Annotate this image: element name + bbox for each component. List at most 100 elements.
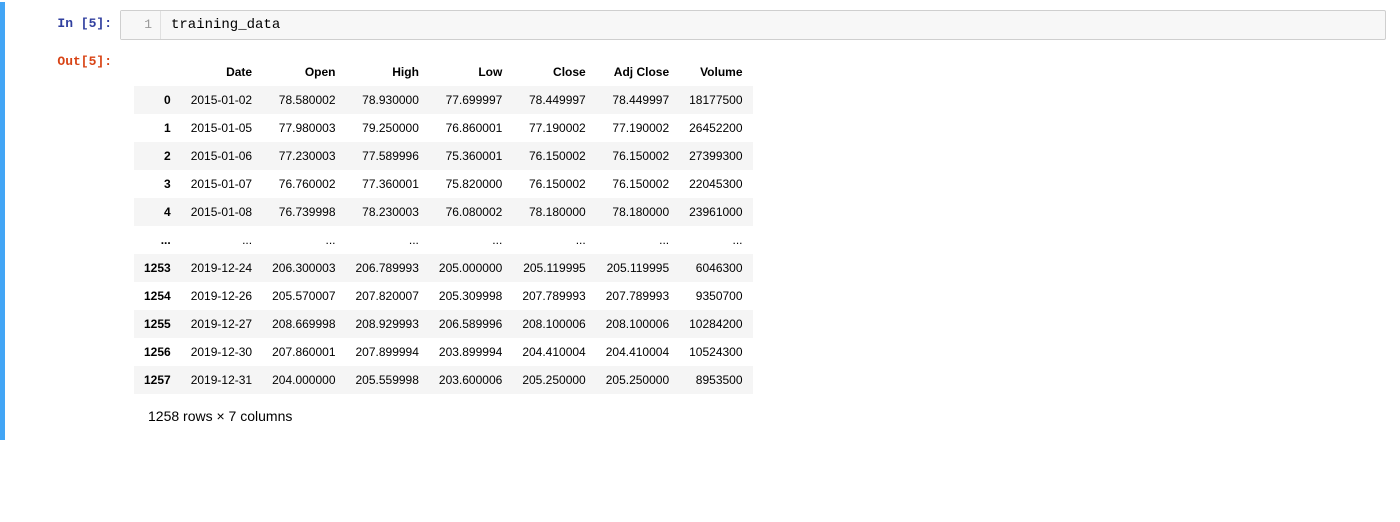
cell: 204.410004 <box>512 338 595 366</box>
table-row: 12542019-12-26205.570007207.820007205.30… <box>134 282 753 310</box>
table-row: 22015-01-0677.23000377.58999675.36000176… <box>134 142 753 170</box>
code-text[interactable]: training_data <box>161 11 290 39</box>
cell: 205.119995 <box>512 254 595 282</box>
cell: 78.180000 <box>596 198 679 226</box>
dataframe-footer: 1258 rows × 7 columns <box>134 394 1386 428</box>
cell: ... <box>181 226 262 254</box>
cell: 76.150002 <box>596 142 679 170</box>
row-index: 1257 <box>134 366 181 394</box>
table-row: 12532019-12-24206.300003206.789993205.00… <box>134 254 753 282</box>
cell: 204.000000 <box>262 366 345 394</box>
cell: 2015-01-08 <box>181 198 262 226</box>
cell: 76.860001 <box>429 114 512 142</box>
cell: 76.760002 <box>262 170 345 198</box>
index-header <box>134 58 181 86</box>
row-index: 1256 <box>134 338 181 366</box>
cell: 76.150002 <box>512 170 595 198</box>
cell: 2019-12-27 <box>181 310 262 338</box>
cell: 78.580002 <box>262 86 345 114</box>
cell: ... <box>429 226 512 254</box>
cell: 206.300003 <box>262 254 345 282</box>
cell: 9350700 <box>679 282 752 310</box>
cell: ... <box>346 226 429 254</box>
cell: 18177500 <box>679 86 752 114</box>
cell: 205.559998 <box>346 366 429 394</box>
dataframe-output: Date Open High Low Close Adj Close Volum… <box>120 52 1386 428</box>
cell: 2015-01-06 <box>181 142 262 170</box>
cell: 76.739998 <box>262 198 345 226</box>
column-header: Volume <box>679 58 752 86</box>
cell: 8953500 <box>679 366 752 394</box>
cell: 75.360001 <box>429 142 512 170</box>
cell: 77.230003 <box>262 142 345 170</box>
output-area: Out[5]: Date Open High Low Close Adj Clo… <box>5 44 1400 436</box>
notebook-cell: In [5]: 1 training_data Out[5]: Date <box>0 2 1400 440</box>
cell: 22045300 <box>679 170 752 198</box>
cell: 208.669998 <box>262 310 345 338</box>
cell: 78.449997 <box>512 86 595 114</box>
table-row: 12015-01-0577.98000379.25000076.860001 77… <box>134 114 753 142</box>
cell: 77.360001 <box>346 170 429 198</box>
cell: 75.820000 <box>429 170 512 198</box>
cell: 78.930000 <box>346 86 429 114</box>
cell: 23961000 <box>679 198 752 226</box>
cell: 78.449997 <box>596 86 679 114</box>
row-index: 1254 <box>134 282 181 310</box>
line-number-gutter: 1 <box>121 11 161 39</box>
row-index: 0 <box>134 86 181 114</box>
cell: 78.180000 <box>512 198 595 226</box>
cell: 205.250000 <box>596 366 679 394</box>
column-header: Close <box>512 58 595 86</box>
cell: ... <box>262 226 345 254</box>
in-prompt-label: In [5]: <box>57 16 112 31</box>
cell: 203.600006 <box>429 366 512 394</box>
cell: 205.570007 <box>262 282 345 310</box>
table-row: 42015-01-0876.73999878.23000376.08000278… <box>134 198 753 226</box>
header-row: Date Open High Low Close Adj Close Volum… <box>134 58 753 86</box>
cell: 2019-12-30 <box>181 338 262 366</box>
cell: 208.100006 <box>596 310 679 338</box>
input-area: In [5]: 1 training_data <box>5 6 1400 44</box>
column-header: Date <box>181 58 262 86</box>
cell: 77.589996 <box>346 142 429 170</box>
cell: ... <box>596 226 679 254</box>
row-index: 4 <box>134 198 181 226</box>
line-number: 1 <box>144 17 152 32</box>
cell: 207.899994 <box>346 338 429 366</box>
table-row: ........................ <box>134 226 753 254</box>
cell: 76.150002 <box>596 170 679 198</box>
cell: 2015-01-05 <box>181 114 262 142</box>
cell: ... <box>512 226 595 254</box>
row-index: 1253 <box>134 254 181 282</box>
cell: 79.250000 <box>346 114 429 142</box>
cell: 203.899994 <box>429 338 512 366</box>
code-editor[interactable]: 1 training_data <box>120 10 1386 40</box>
cell: 2015-01-02 <box>181 86 262 114</box>
cell: 77.190002 <box>596 114 679 142</box>
cell: ... <box>679 226 752 254</box>
cell: 208.100006 <box>512 310 595 338</box>
row-index: 3 <box>134 170 181 198</box>
cell: 206.789993 <box>346 254 429 282</box>
row-index: 2 <box>134 142 181 170</box>
cell: 207.860001 <box>262 338 345 366</box>
cell: 77.980003 <box>262 114 345 142</box>
table-row: 12572019-12-31204.000000205.559998203.60… <box>134 366 753 394</box>
cell: 2019-12-31 <box>181 366 262 394</box>
cell: 78.230003 <box>346 198 429 226</box>
cell: 207.820007 <box>346 282 429 310</box>
cell: 2015-01-07 <box>181 170 262 198</box>
cell: 76.150002 <box>512 142 595 170</box>
cell: 205.309998 <box>429 282 512 310</box>
row-index: 1 <box>134 114 181 142</box>
cell: 205.000000 <box>429 254 512 282</box>
cell: 27399300 <box>679 142 752 170</box>
table-row: 02015-01-0278.58000278.93000077.69999778… <box>134 86 753 114</box>
column-header: Open <box>262 58 345 86</box>
cell: 2019-12-24 <box>181 254 262 282</box>
column-header: Adj Close <box>596 58 679 86</box>
row-index: ... <box>134 226 181 254</box>
out-prompt-label: Out[5]: <box>57 54 112 69</box>
dataframe-table: Date Open High Low Close Adj Close Volum… <box>134 58 753 394</box>
in-prompt: In [5]: <box>5 10 120 31</box>
